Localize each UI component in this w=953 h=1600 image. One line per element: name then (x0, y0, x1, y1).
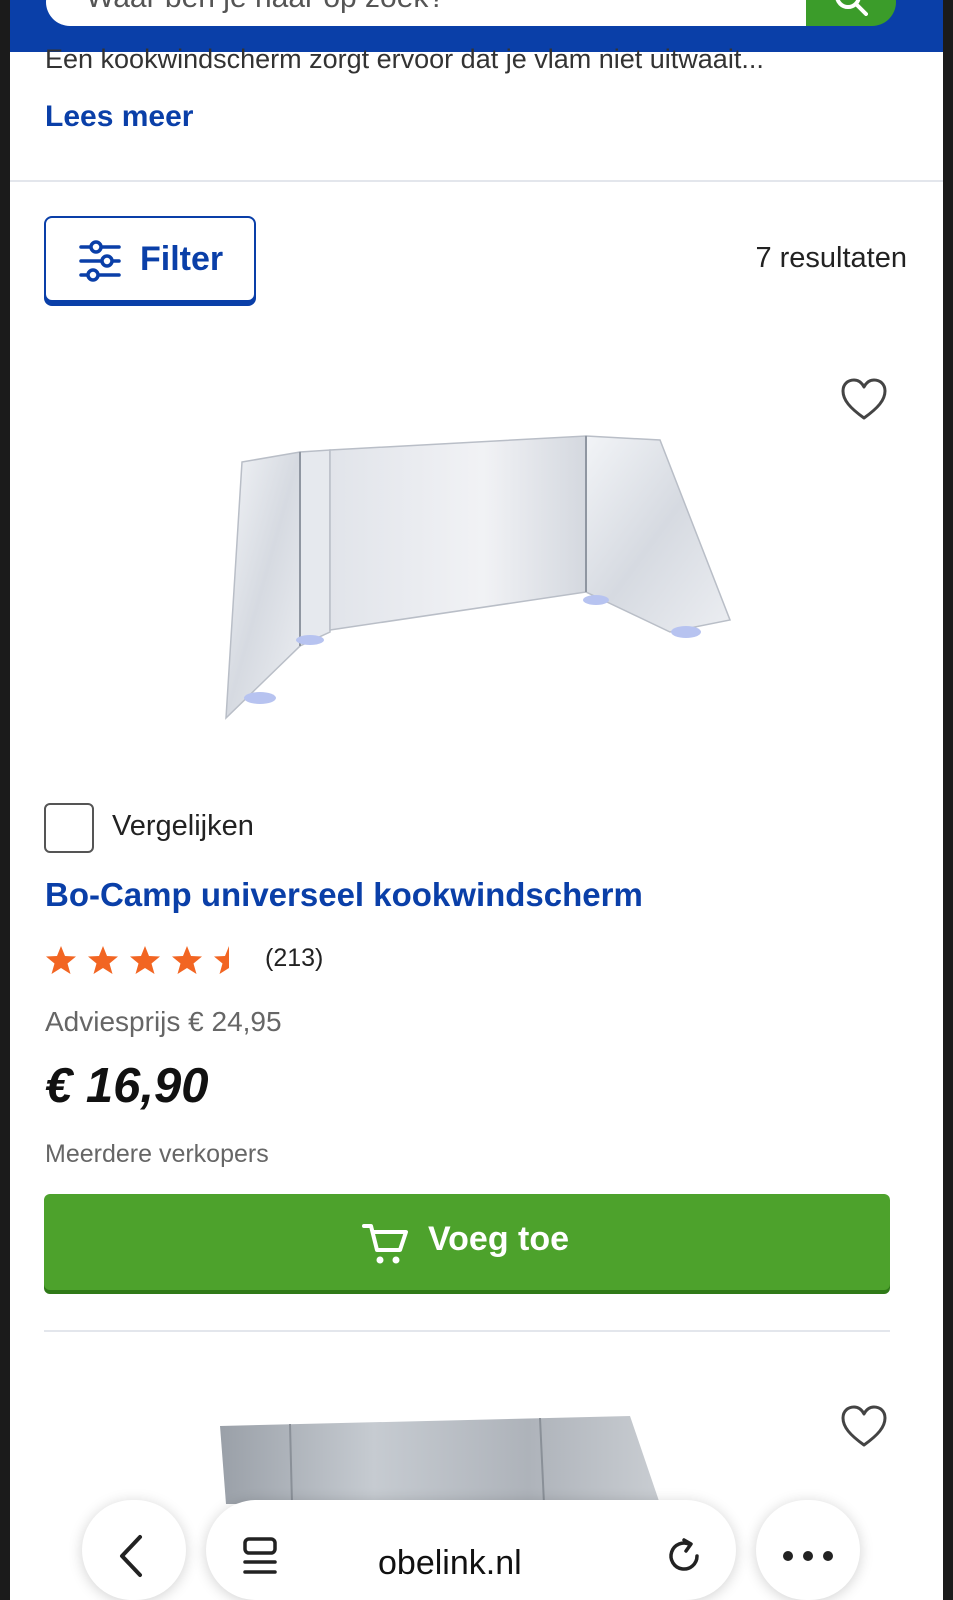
advice-price: Adviesprijs € 24,95 (45, 1006, 282, 1037)
product-title[interactable]: Bo-Camp universeel kookwindscherm (45, 876, 643, 914)
rating-stars (46, 946, 244, 974)
more-dots-icon (783, 1551, 833, 1561)
add-to-cart-label: Voeg toe (428, 1220, 570, 1258)
address-bar[interactable]: obelink.nl (206, 1500, 736, 1600)
back-button[interactable] (82, 1500, 186, 1600)
star-icon (130, 946, 160, 974)
more-menu-button[interactable] (756, 1500, 860, 1600)
review-count[interactable]: (213) (265, 944, 323, 973)
result-count: 7 resultaten (755, 242, 907, 274)
divider (10, 180, 943, 182)
compare-checkbox[interactable] (44, 803, 94, 853)
star-icon (46, 946, 76, 974)
browser-toolbar: obelink.nl (10, 1490, 943, 1600)
search-placeholder: Waar ben je naar op zoek? (86, 0, 445, 14)
reload-icon[interactable] (664, 1536, 704, 1576)
search-input[interactable]: Waar ben je naar op zoek? (46, 0, 806, 26)
sellers-note: Meerdere verkopers (45, 1140, 269, 1168)
search-button[interactable] (806, 0, 896, 26)
filter-label: Filter (140, 240, 224, 278)
url-text: obelink.nl (378, 1544, 522, 1582)
half-star-icon (214, 946, 244, 974)
cart-icon (362, 1224, 408, 1264)
wishlist-heart-icon[interactable] (840, 1405, 888, 1449)
price: € 16,90 (45, 1059, 209, 1113)
star-icon (172, 946, 202, 974)
tabs-icon (243, 1537, 277, 1574)
wishlist-heart-icon[interactable] (840, 378, 888, 422)
compare-label: Vergelijken (112, 810, 254, 842)
page: Waar ben je naar op zoek? Een kookwindsc… (10, 0, 943, 1600)
search-icon (835, 0, 868, 16)
chevron-left-icon (120, 1535, 142, 1577)
read-more-link[interactable]: Lees meer (45, 100, 193, 134)
star-icon (88, 946, 118, 974)
product-image-windscreen[interactable] (200, 420, 750, 730)
category-description: Een kookwindscherm zorgt ervoor dat je v… (45, 44, 764, 74)
divider (44, 1330, 890, 1332)
add-to-cart-button[interactable]: Voeg toe (44, 1194, 890, 1290)
sliders-icon (79, 240, 121, 282)
filter-button[interactable]: Filter (44, 216, 256, 302)
